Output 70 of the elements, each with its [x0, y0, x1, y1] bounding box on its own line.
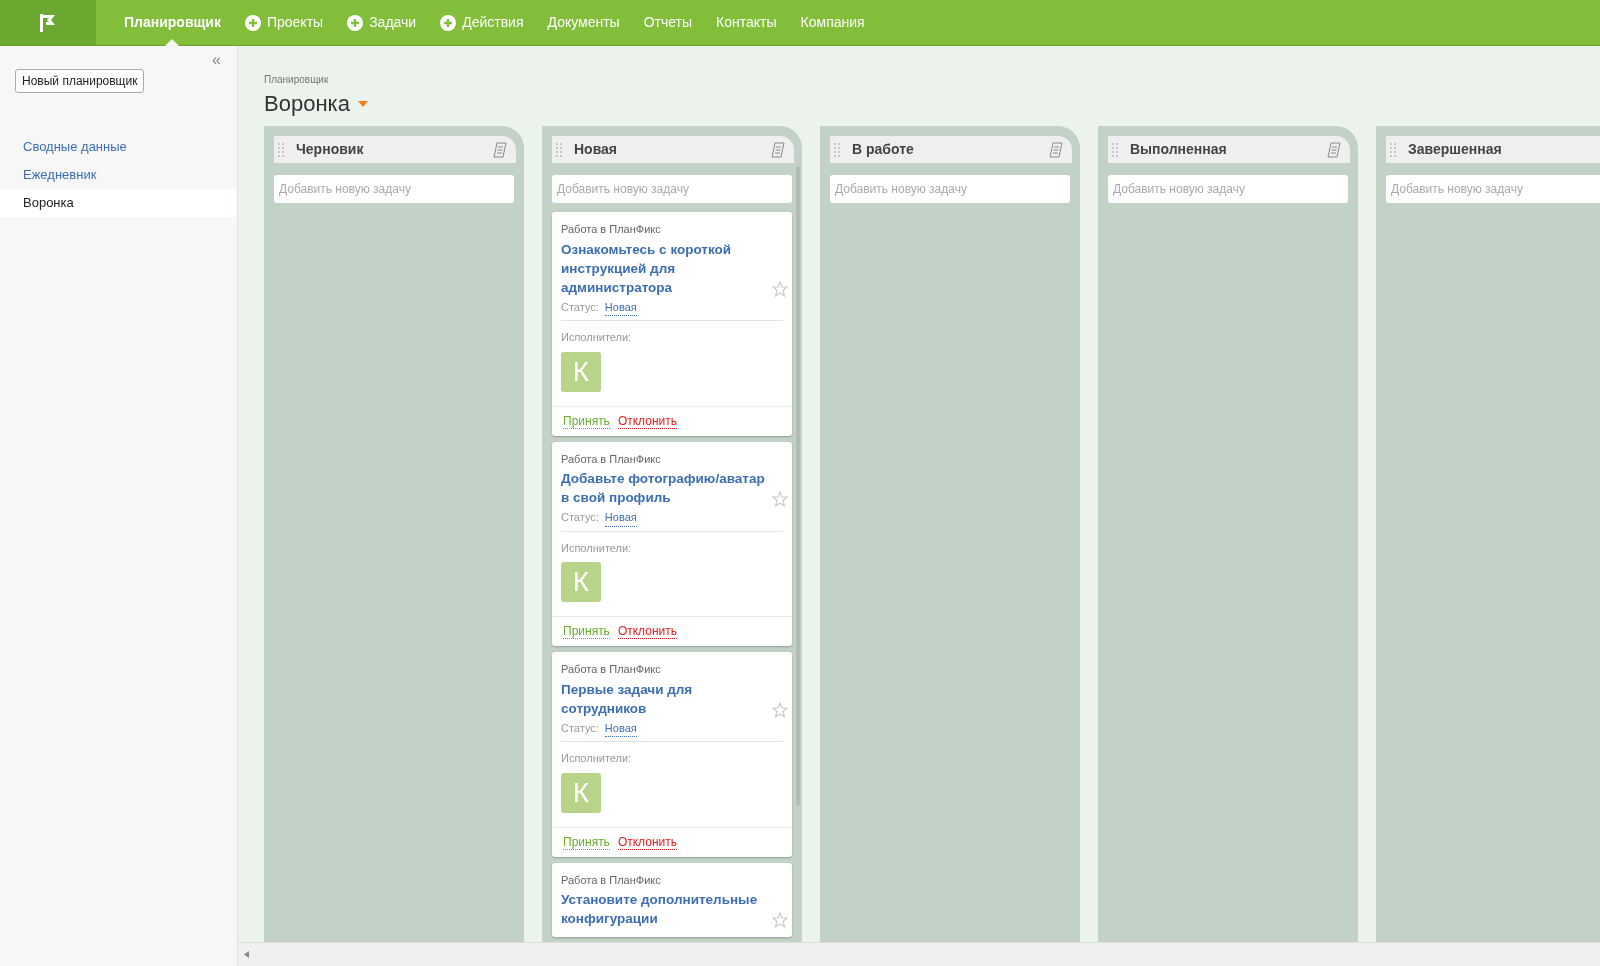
status-link[interactable]: Новая — [604, 298, 637, 316]
task-source: Работа в ПланФикс — [561, 872, 662, 888]
scroll-left-arrow-icon[interactable] — [244, 951, 249, 958]
nav-item[interactable]: Отчеты — [631, 0, 705, 45]
nav-item[interactable]: Документы — [535, 0, 632, 45]
drag-handle-icon[interactable] — [1112, 142, 1118, 157]
decline-link[interactable]: Отклонить — [617, 624, 677, 639]
plus-circle-icon — [347, 14, 364, 31]
plus-circle-icon — [440, 14, 457, 31]
nav-item[interactable]: Действия — [428, 0, 536, 45]
assignees-label: Исполнители: — [561, 540, 633, 556]
document-list-icon[interactable] — [1048, 141, 1064, 158]
column-title: Новая — [574, 140, 619, 159]
task-source: Работа в ПланФикс — [561, 222, 662, 237]
accept-link[interactable]: Принять — [563, 413, 610, 429]
horizontal-scrollbar[interactable] — [238, 942, 1600, 966]
document-list-icon[interactable] — [770, 141, 786, 158]
nav-item[interactable]: Компания — [788, 0, 877, 45]
nav-item[interactable]: Задачи — [335, 0, 429, 45]
assignees-label: Исполнители: — [561, 751, 633, 766]
collapse-button[interactable]: « — [212, 52, 221, 68]
drag-handle-icon[interactable] — [278, 142, 284, 157]
nav-item[interactable]: Проекты — [232, 0, 336, 45]
decline-link[interactable]: Отклонить — [617, 413, 677, 429]
status-link[interactable]: Новая — [604, 509, 637, 527]
add-task-field[interactable]: Добавить новую задачу — [274, 175, 514, 203]
task-card[interactable]: Работа в ПланФикс Ознакомьтесь с короткой инструкцией для администратора Статус: Новая Исполнители: К Принять Отклонить — [552, 212, 792, 436]
page-title: Воронка — [264, 90, 350, 118]
task-title[interactable]: Первые задачи для сотрудников — [561, 679, 766, 718]
document-list-icon[interactable] — [492, 141, 508, 158]
status-link[interactable]: Новая — [604, 719, 637, 737]
star-icon[interactable] — [772, 912, 788, 928]
star-icon[interactable] — [772, 280, 788, 297]
status-label: Статус: — [561, 510, 599, 525]
accept-link[interactable]: Принять — [563, 624, 610, 639]
column-title: Завершенная — [1408, 140, 1503, 159]
task-card[interactable]: Работа в ПланФикс Первые задачи для сотрудников Статус: Новая Исполнители: К Принять Отклонить — [552, 652, 792, 857]
accept-link[interactable]: Принять — [563, 834, 610, 850]
add-task-field[interactable]: Добавить новую задачу — [830, 175, 1070, 203]
task-title[interactable]: Установите дополнительные конфигурации — [561, 890, 766, 928]
drag-handle-icon[interactable] — [834, 142, 840, 157]
add-task-field[interactable]: Добавить новую задачу — [1386, 175, 1600, 203]
assignees-label: Исполнители: — [561, 330, 633, 345]
column-title: Черновик — [296, 140, 365, 159]
column-title: Выполненная — [1130, 140, 1228, 159]
add-task-field[interactable]: Добавить новую задачу — [1108, 175, 1348, 203]
status-label: Статус: — [561, 299, 599, 315]
sidebar-item[interactable]: Воронка — [0, 189, 237, 217]
task-source: Работа в ПланФикс — [561, 662, 662, 677]
task-title[interactable]: Ознакомьтесь с короткой инструкцией для администратора — [561, 239, 766, 297]
new-planner-button[interactable]: Новый планировщик — [15, 69, 145, 93]
plus-circle-icon — [244, 14, 261, 31]
dropdown-caret-icon[interactable] — [357, 100, 368, 107]
task-source: Работа в ПланФикс — [561, 451, 662, 467]
sidebar-item[interactable]: Сводные данные — [0, 133, 237, 161]
sidebar-item[interactable]: Ежедневник — [0, 161, 237, 189]
task-card[interactable]: Работа в ПланФикс Добавьте фотографию/аватар в свой профиль Статус: Новая Исполнители: К Принять Отклонить — [552, 441, 792, 646]
task-title[interactable]: Добавьте фотографию/аватар в свой профиль — [561, 469, 766, 507]
status-label: Статус: — [561, 720, 599, 736]
star-icon[interactable] — [772, 701, 788, 718]
decline-link[interactable]: Отклонить — [617, 834, 677, 850]
drag-handle-icon[interactable] — [556, 142, 562, 157]
column-title: В работе — [852, 140, 915, 159]
add-task-field[interactable]: Добавить новую задачу — [552, 175, 792, 203]
star-icon[interactable] — [772, 491, 788, 507]
drag-handle-icon[interactable] — [1390, 142, 1396, 157]
nav-item[interactable]: Контакты — [704, 0, 789, 45]
document-list-icon[interactable] — [1326, 141, 1342, 158]
breadcrumb: Планировщик — [264, 73, 330, 87]
task-card[interactable]: Работа в ПланФикс Установите дополнительные конфигурации — [552, 862, 792, 937]
